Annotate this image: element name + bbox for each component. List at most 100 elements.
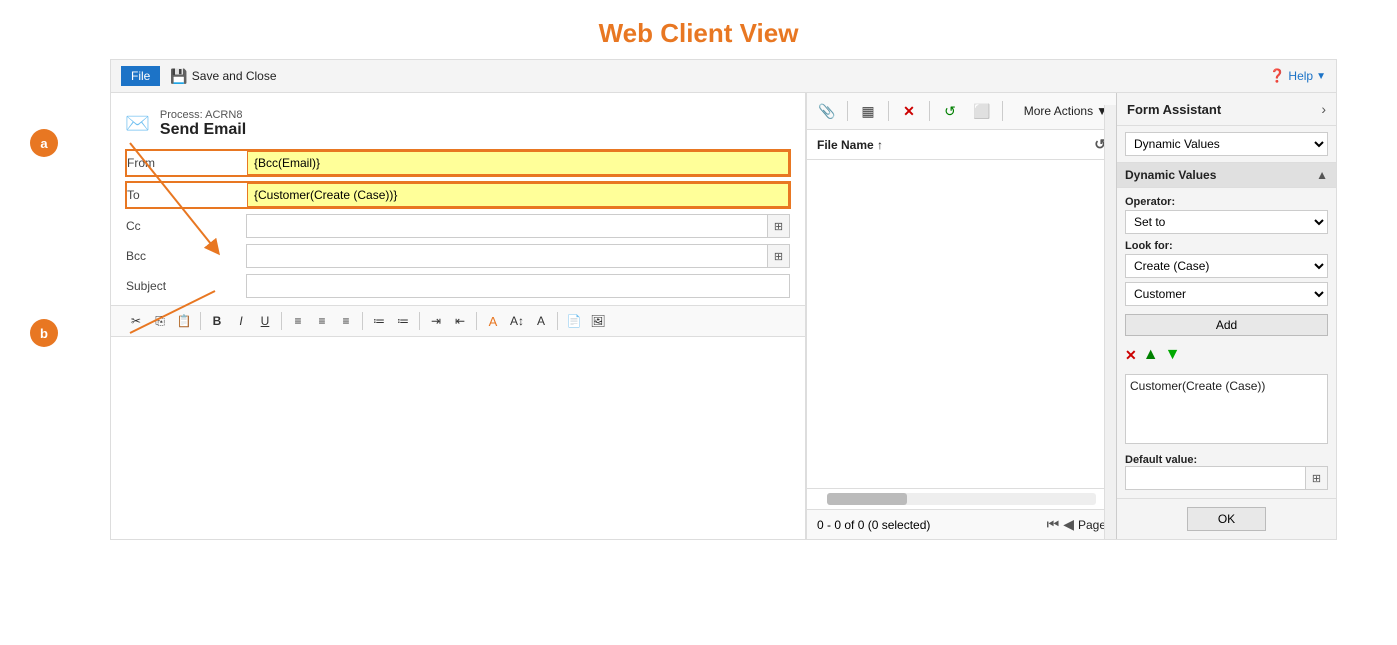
att-export-button[interactable]: ⬜ (970, 99, 994, 123)
help-dropdown-icon: ▼ (1316, 71, 1326, 82)
rte-sep5 (476, 312, 477, 330)
form-assistant-header: Form Assistant › (1117, 93, 1336, 126)
att-refresh-button[interactable]: ↺ (938, 99, 962, 123)
from-input[interactable]: {Bcc(Email)} (247, 151, 789, 175)
action-row: ✕ ▲ ▼ (1125, 342, 1328, 368)
default-value-group: Default value: ⊞ (1125, 450, 1328, 490)
dynamic-values-section-header: Dynamic Values ▲ (1117, 163, 1336, 188)
ok-row: OK (1117, 498, 1336, 539)
att-sep2 (888, 101, 889, 121)
to-field-row: To {Customer(Create (Case))} (125, 181, 791, 209)
rte-font-size[interactable]: A↕ (506, 310, 528, 332)
remove-button[interactable]: ✕ (1125, 347, 1137, 364)
rte-sep2 (281, 312, 282, 330)
rte-copy[interactable]: ⎘ (149, 310, 171, 332)
process-header: ✉️ Process: ACRN8 Send Email (111, 103, 805, 149)
file-button[interactable]: File (121, 66, 160, 86)
prev-page-button[interactable]: ◀ (1063, 516, 1074, 533)
page-nav: ⏮ ◀ Page (1047, 516, 1106, 533)
subject-field-row: Subject (125, 273, 791, 299)
process-name: Send Email (160, 121, 246, 139)
rte-font-color[interactable]: A (482, 310, 504, 332)
email-icon: ✉️ (125, 111, 150, 136)
to-input[interactable]: {Customer(Create (Case))} (247, 183, 789, 207)
to-value: {Customer(Create (Case))} (248, 184, 788, 206)
rte-toolbar: ✂ ⎘ 📋 B I U ≡ ≡ ≡ ≔ ≔ ⇥ ⇤ (111, 305, 805, 337)
rte-ol[interactable]: ≔ (368, 310, 390, 332)
form-panel: ✉️ Process: ACRN8 Send Email From {Bcc(E… (111, 93, 806, 539)
rte-cut[interactable]: ✂ (125, 310, 147, 332)
from-field-row: From {Bcc(Email)} (125, 149, 791, 177)
more-actions-button[interactable]: More Actions ▼ (1024, 104, 1108, 118)
save-close-button[interactable]: 💾 Save and Close (170, 68, 276, 85)
att-sep4 (1002, 101, 1003, 121)
subject-label: Subject (126, 275, 246, 297)
right-panel: Form Assistant › Dynamic Values Dynamic … (1116, 93, 1336, 539)
default-value-field[interactable] (1126, 469, 1305, 487)
rte-indent[interactable]: ⇥ (425, 310, 447, 332)
default-value-input[interactable]: ⊞ (1125, 466, 1328, 490)
cc-input[interactable]: ⊞ (246, 214, 790, 238)
bcc-picker-button[interactable]: ⊞ (767, 245, 789, 267)
operator-label: Operator: (1125, 196, 1328, 208)
form-assistant-title: Form Assistant (1127, 102, 1221, 117)
rte-align-center[interactable]: ≡ (311, 310, 333, 332)
value-box-content: Customer(Create (Case)) (1130, 379, 1265, 393)
default-value-picker-button[interactable]: ⊞ (1305, 467, 1327, 489)
bcc-input[interactable]: ⊞ (246, 244, 790, 268)
subject-input[interactable] (246, 274, 790, 298)
rte-bold[interactable]: B (206, 310, 228, 332)
rte-outdent[interactable]: ⇤ (449, 310, 471, 332)
rte-ul[interactable]: ≔ (392, 310, 414, 332)
move-up-button[interactable]: ▲ (1143, 346, 1159, 364)
right-scrollbar[interactable] (1104, 105, 1116, 539)
look-for-select-2[interactable]: Customer (1125, 282, 1328, 306)
form-assistant-body: Operator: Set to Look for: Create (Case) (1117, 188, 1336, 498)
email-body[interactable] (111, 337, 805, 517)
rte-sep4 (419, 312, 420, 330)
to-label: To (127, 184, 247, 206)
dynamic-values-section-label: Dynamic Values (1125, 168, 1216, 182)
h-scroll-thumb (827, 493, 907, 505)
subject-value (247, 275, 789, 297)
look-for-select-1[interactable]: Create (Case) (1125, 254, 1328, 278)
rte-italic[interactable]: I (230, 310, 252, 332)
rte-sep1 (200, 312, 201, 330)
rte-image[interactable]: 🖼 (587, 310, 609, 332)
cc-label: Cc (126, 215, 246, 237)
rte-insert[interactable]: 📄 (563, 310, 585, 332)
rte-align-right[interactable]: ≡ (335, 310, 357, 332)
page-title: Web Client View (0, 0, 1397, 59)
rte-sep6 (557, 312, 558, 330)
att-grid-button[interactable]: ▦ (856, 99, 880, 123)
ok-button[interactable]: OK (1187, 507, 1266, 531)
att-delete-button[interactable]: ✕ (897, 99, 921, 123)
from-label: From (127, 152, 247, 174)
rte-font-family[interactable]: A (530, 310, 552, 332)
process-label: Process: ACRN8 (160, 109, 246, 121)
cc-picker-button[interactable]: ⊞ (767, 215, 789, 237)
cc-value (247, 215, 767, 237)
move-down-button[interactable]: ▼ (1165, 346, 1181, 364)
form-assistant-expand-icon[interactable]: › (1321, 101, 1326, 117)
collapse-icon[interactable]: ▲ (1316, 168, 1328, 182)
add-button[interactable]: Add (1125, 314, 1328, 336)
h-scroll-container (807, 488, 1116, 509)
bcc-label: Bcc (126, 245, 246, 267)
rte-paste[interactable]: 📋 (173, 310, 195, 332)
rte-align-left[interactable]: ≡ (287, 310, 309, 332)
operator-select[interactable]: Set to (1125, 210, 1328, 234)
dynamic-values-select[interactable]: Dynamic Values (1125, 132, 1328, 156)
first-page-button[interactable]: ⏮ (1047, 516, 1060, 533)
help-button[interactable]: ❓ Help ▼ (1269, 68, 1326, 84)
attachment-toolbar: 📎 ▦ ✕ ↺ ⬜ More Actions ▼ (807, 93, 1116, 130)
att-sep1 (847, 101, 848, 121)
toolbar: File 💾 Save and Close ❓ Help ▼ (111, 60, 1336, 93)
attachment-footer: 0 - 0 of 0 (0 selected) ⏮ ◀ Page (807, 509, 1116, 539)
att-paperclip-button[interactable]: 📎 (815, 99, 839, 123)
dynamic-values-dropdown-row: Dynamic Values (1117, 126, 1336, 163)
rte-underline[interactable]: U (254, 310, 276, 332)
h-scrollbar[interactable] (827, 493, 1096, 505)
look-for-label: Look for: (1125, 240, 1328, 252)
from-value: {Bcc(Email)} (248, 152, 788, 174)
